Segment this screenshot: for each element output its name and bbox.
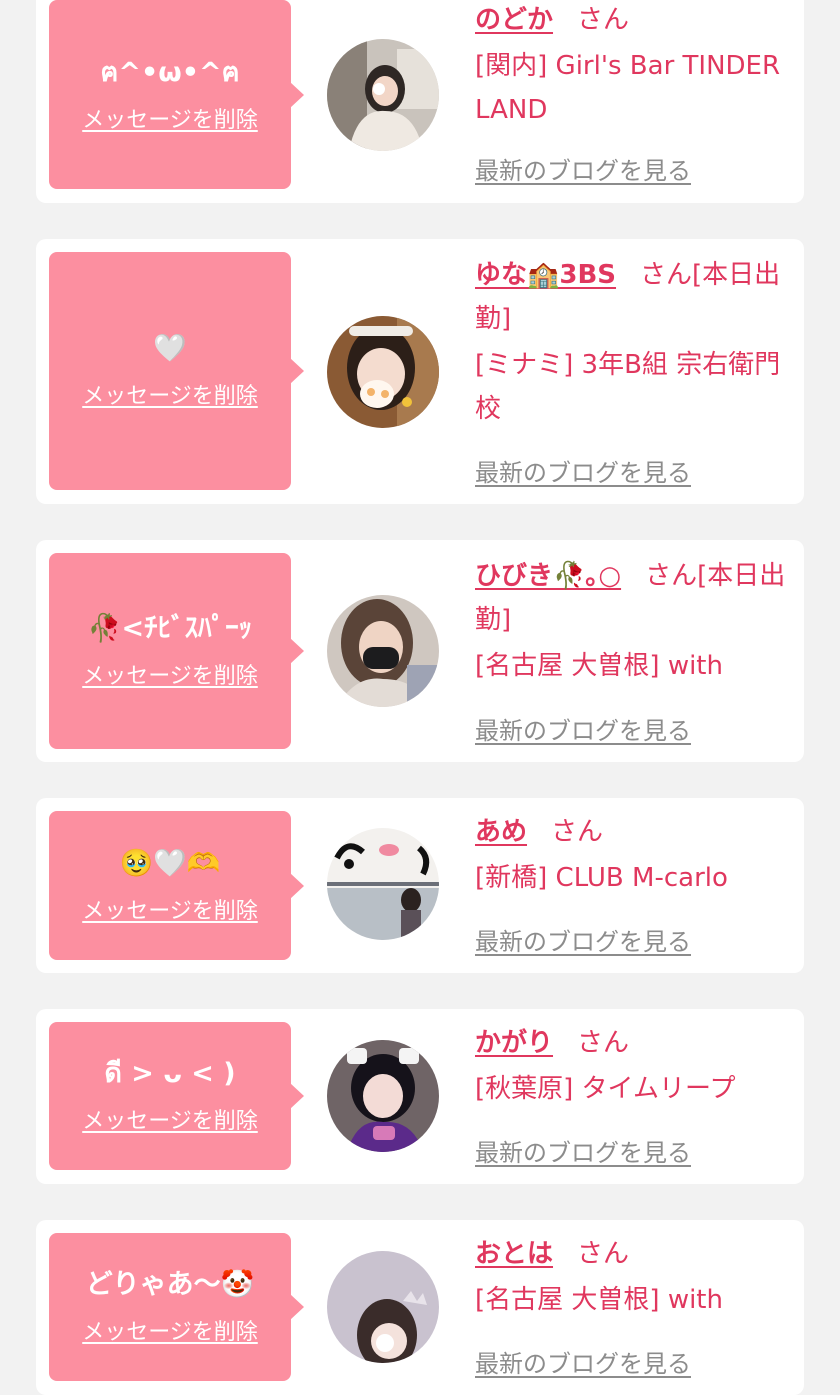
honorific: さん [577, 1028, 630, 1058]
girl-info: ゆな🏫3BS さん[本日出勤] [ミナミ] 3年B組 宗右衛門校 [475, 253, 787, 431]
honorific: さん [551, 817, 604, 847]
delete-message-link[interactable]: メッセージを削除 [82, 1314, 258, 1346]
avatar[interactable] [327, 828, 439, 940]
message-card: ดี > ᴗ < ) メッセージを削除 かがり さん [秋葉原] タイムリープ 最… [36, 1009, 804, 1184]
latest-blog-link[interactable]: 最新のブログを見る [475, 151, 691, 186]
message-card: 🤍 メッセージを削除 ゆな🏫3BS さん[本日出勤] [ミナミ] 3年B組 宗右衛… [36, 239, 804, 504]
message-bubble: 🤍 メッセージを削除 [49, 252, 291, 490]
message-text: ฅ^•ω•^ฅ [100, 56, 240, 88]
delete-message-link[interactable]: メッセージを削除 [82, 1103, 258, 1135]
message-bubble: 🥀<ﾁﾋﾞｽﾊﾟｰｯ メッセージを削除 [49, 553, 291, 749]
name-line: ひびき🥀｡○ さん[本日出勤] [475, 554, 787, 642]
name-line: のどか さん [475, 0, 787, 42]
girl-info: かがり さん [秋葉原] タイムリープ [475, 1021, 787, 1111]
delete-message-link[interactable]: メッセージを削除 [82, 893, 258, 925]
latest-blog-link[interactable]: 最新のブログを見る [475, 711, 691, 746]
message-bubble: ฅ^•ω•^ฅ メッセージを削除 [49, 0, 291, 189]
avatar[interactable] [327, 1040, 439, 1152]
delete-message-link[interactable]: メッセージを削除 [82, 658, 258, 690]
message-bubble: ดี > ᴗ < ) メッセージを削除 [49, 1022, 291, 1170]
shop-name: [ミナミ] 3年B組 宗右衛門校 [475, 350, 781, 424]
girl-name-link[interactable]: ひびき🥀｡○ [475, 561, 621, 591]
message-card: 🥀<ﾁﾋﾞｽﾊﾟｰｯ メッセージを削除 ひびき🥀｡○ さん[本日出勤] [名古屋 … [36, 540, 804, 762]
avatar[interactable] [327, 39, 439, 151]
message-text: 🥀<ﾁﾋﾞｽﾊﾟｰｯ [87, 613, 253, 644]
message-text: 🥹🤍🫶 [119, 847, 221, 879]
message-card: 🥹🤍🫶 メッセージを削除 あめ さん [新橋] CLUB M-carlo 最新のブ… [36, 798, 804, 973]
shop-name: [名古屋 大曽根] with [475, 1285, 723, 1315]
honorific: さん [645, 561, 698, 591]
message-text: どりゃあ〜🤡 [85, 1269, 255, 1300]
honorific: さん [640, 260, 693, 290]
message-card: どりゃあ〜🤡 メッセージを削除 おとは さん [名古屋 大曽根] with 最新の… [36, 1220, 804, 1395]
name-line: かがり さん [475, 1021, 787, 1065]
girl-name-link[interactable]: おとは [475, 1239, 553, 1269]
shop-name: [秋葉原] タイムリープ [475, 1074, 736, 1104]
girl-name-link[interactable]: のどか [475, 5, 553, 35]
girl-info: ひびき🥀｡○ さん[本日出勤] [名古屋 大曽根] with [475, 554, 787, 688]
message-bubble: どりゃあ〜🤡 メッセージを削除 [49, 1233, 291, 1381]
honorific: さん [577, 5, 630, 35]
girl-name-link[interactable]: あめ [475, 817, 527, 847]
message-card: ฅ^•ω•^ฅ メッセージを削除 のどか さん [関内] Girl's Bar T… [36, 0, 804, 203]
honorific: さん [577, 1239, 630, 1269]
message-text: ดี > ᴗ < ) [104, 1058, 236, 1089]
delete-message-link[interactable]: メッセージを削除 [82, 378, 258, 410]
latest-blog-link[interactable]: 最新のブログを見る [475, 1133, 691, 1168]
girl-info: おとは さん [名古屋 大曽根] with [475, 1232, 787, 1322]
girl-name-link[interactable]: ゆな🏫3BS [475, 260, 616, 290]
delete-message-link[interactable]: メッセージを削除 [82, 102, 258, 134]
girl-name-link[interactable]: かがり [475, 1028, 553, 1058]
shop-name: [新橋] CLUB M-carlo [475, 863, 728, 893]
avatar[interactable] [327, 595, 439, 707]
avatar[interactable] [327, 1251, 439, 1363]
shop-name: [名古屋 大曽根] with [475, 651, 723, 681]
girl-info: のどか さん [関内] Girl's Bar TINDER LAND [475, 0, 787, 132]
latest-blog-link[interactable]: 最新のブログを見る [475, 1344, 691, 1379]
name-line: あめ さん [475, 810, 787, 854]
name-line: おとは さん [475, 1232, 787, 1276]
message-text: 🤍 [153, 333, 187, 364]
latest-blog-link[interactable]: 最新のブログを見る [475, 453, 691, 488]
message-bubble: 🥹🤍🫶 メッセージを削除 [49, 811, 291, 960]
avatar[interactable] [327, 316, 439, 428]
girl-info: あめ さん [新橋] CLUB M-carlo [475, 810, 787, 900]
shop-name: [関内] Girl's Bar TINDER LAND [475, 51, 781, 125]
name-line: ゆな🏫3BS さん[本日出勤] [475, 253, 787, 341]
latest-blog-link[interactable]: 最新のブログを見る [475, 922, 691, 957]
